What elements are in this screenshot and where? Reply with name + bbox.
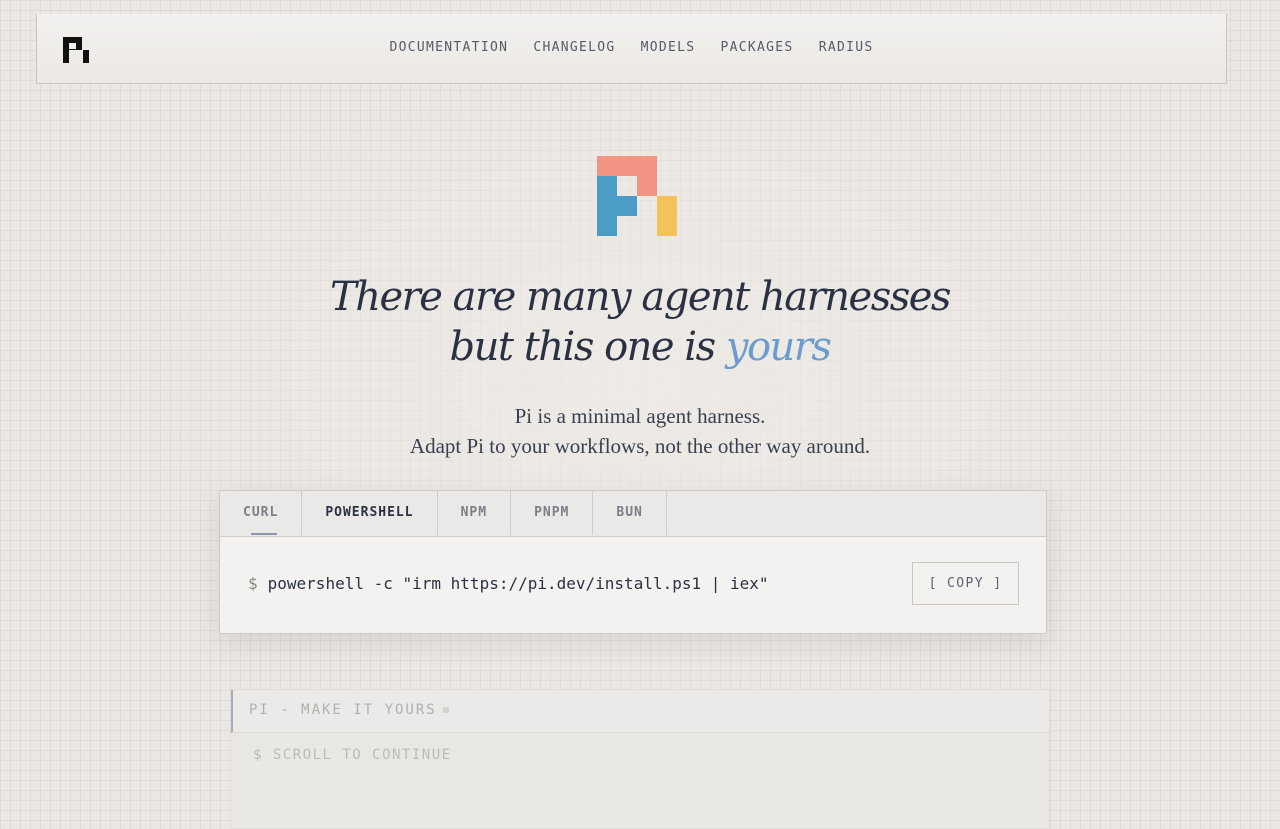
nav-link-changelog[interactable]: CHANGELOG bbox=[533, 40, 615, 55]
pi-color-logo-icon bbox=[597, 156, 677, 236]
subtitle-line-1: Pi is a minimal agent harness. bbox=[514, 404, 766, 428]
copy-bracket-open: [ bbox=[928, 576, 938, 591]
hero-headline: There are many agent harnesses but this … bbox=[0, 272, 1280, 372]
nav-link-models[interactable]: MODELS bbox=[641, 40, 696, 55]
terminal-title: PI - MAKE IT YOURS bbox=[249, 702, 449, 718]
nav-links: DOCUMENTATION CHANGELOG MODELS PACKAGES … bbox=[37, 40, 1226, 55]
nav-link-packages[interactable]: PACKAGES bbox=[721, 40, 794, 55]
subtitle-line-2: Adapt Pi to your workflows, not the othe… bbox=[409, 434, 871, 458]
install-command[interactable]: $ powershell -c "irm https://pi.dev/insta… bbox=[248, 574, 769, 593]
tab-bun[interactable]: BUN bbox=[593, 491, 667, 535]
install-command-card: CURL POWERSHELL NPM PNPM BUN $ powershell… bbox=[219, 490, 1047, 634]
terminal-scroll-hint: $ SCROLL TO CONTINUE bbox=[253, 747, 452, 763]
copy-button-label: COPY bbox=[947, 576, 984, 591]
command-prompt: $ bbox=[248, 574, 258, 593]
tab-curl[interactable]: CURL bbox=[220, 491, 303, 535]
tab-powershell[interactable]: POWERSHELL bbox=[302, 491, 438, 535]
headline-line-2-prefix: but this one is bbox=[449, 324, 717, 370]
nav-link-radius[interactable]: RADIUS bbox=[819, 40, 874, 55]
headline-accent-word: yours bbox=[725, 324, 832, 370]
install-tabs: CURL POWERSHELL NPM PNPM BUN bbox=[220, 491, 1046, 537]
terminal-status-dot-icon bbox=[442, 707, 449, 713]
hero-subtitle: Pi is a minimal agent harness. Adapt Pi … bbox=[0, 401, 1280, 461]
terminal-title-text: PI - MAKE IT YOURS bbox=[249, 702, 437, 718]
copy-button[interactable]: [ COPY ] bbox=[912, 562, 1019, 605]
tab-pnpm[interactable]: PNPM bbox=[511, 491, 594, 535]
terminal-header: PI - MAKE IT YOURS bbox=[231, 690, 1049, 733]
nav-link-documentation[interactable]: DOCUMENTATION bbox=[390, 40, 509, 55]
command-text: powershell -c "irm https://pi.dev/instal… bbox=[267, 574, 769, 593]
tab-npm[interactable]: NPM bbox=[438, 491, 512, 535]
headline-line-1: There are many agent harnesses bbox=[330, 274, 951, 320]
terminal-preview: PI - MAKE IT YOURS $ SCROLL TO CONTINUE bbox=[230, 689, 1050, 829]
top-navigation-bar: DOCUMENTATION CHANGELOG MODELS PACKAGES … bbox=[36, 14, 1227, 84]
copy-bracket-close: ] bbox=[993, 576, 1003, 591]
